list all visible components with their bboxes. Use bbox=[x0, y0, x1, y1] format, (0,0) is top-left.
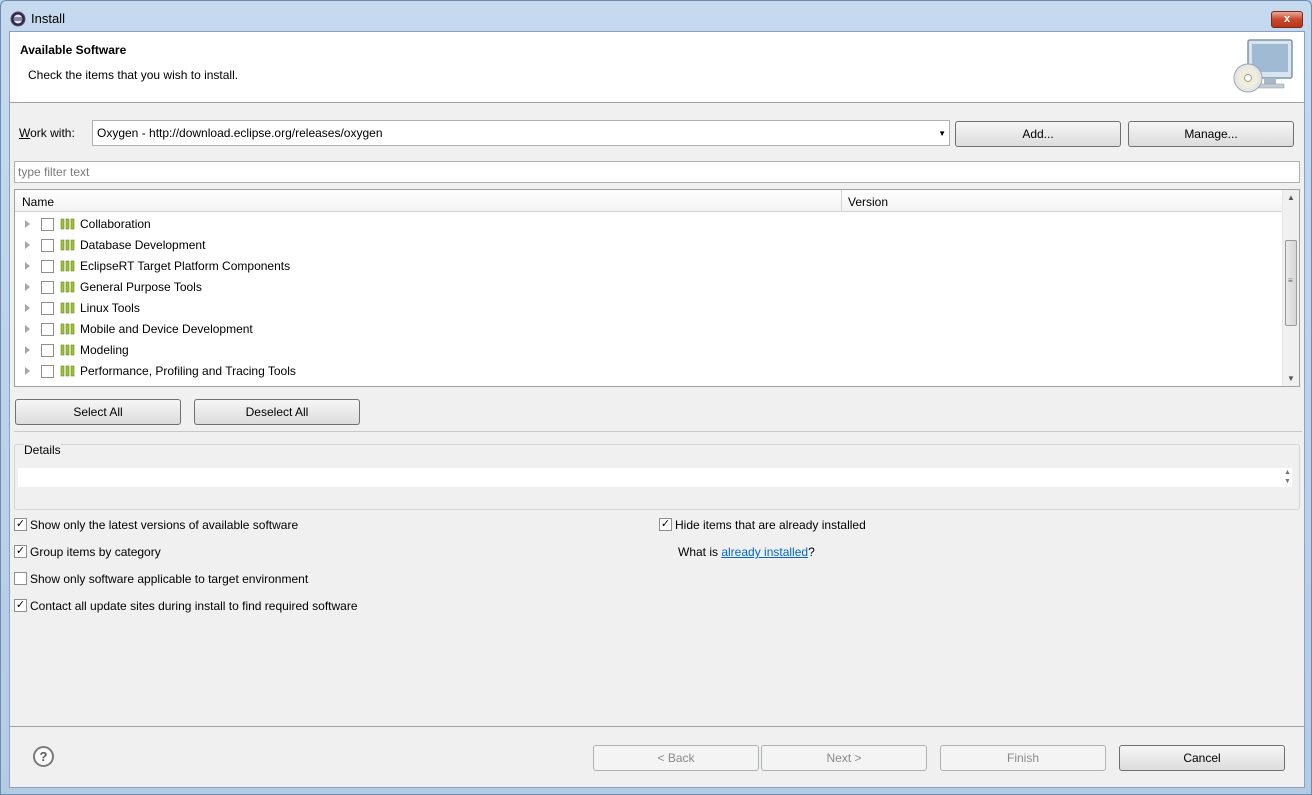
contact-update-sites-label: Contact all update sites during install … bbox=[30, 599, 358, 613]
category-icon bbox=[60, 302, 75, 314]
expand-arrow-icon[interactable] bbox=[25, 220, 30, 228]
category-icon bbox=[60, 239, 75, 251]
back-button[interactable]: < Back bbox=[593, 745, 759, 771]
details-label: Details bbox=[24, 443, 61, 457]
footer-divider bbox=[10, 726, 1304, 727]
item-label: Performance, Profiling and Tracing Tools bbox=[80, 364, 296, 378]
filter-input[interactable] bbox=[15, 162, 1299, 182]
scroll-up-icon[interactable]: ▲ bbox=[1287, 193, 1295, 202]
select-all-button[interactable]: Select All bbox=[15, 399, 181, 425]
tree-header: Name Version bbox=[15, 190, 1282, 212]
item-checkbox[interactable] bbox=[41, 344, 54, 357]
dropdown-arrow-icon[interactable]: ▼ bbox=[938, 129, 946, 138]
item-label: Linux Tools bbox=[80, 301, 140, 315]
item-label: Database Development bbox=[80, 238, 206, 252]
filter-field[interactable] bbox=[14, 161, 1300, 183]
expand-arrow-icon[interactable] bbox=[25, 367, 30, 375]
group-by-category-label: Group items by category bbox=[30, 545, 161, 559]
dialog-content: Available Software Check the items that … bbox=[9, 31, 1305, 788]
expand-arrow-icon[interactable] bbox=[25, 262, 30, 270]
item-checkbox[interactable] bbox=[41, 260, 54, 273]
applicable-target-checkbox[interactable] bbox=[14, 572, 27, 585]
hide-installed-label: Hide items that are already installed bbox=[675, 518, 866, 532]
scrollbar-thumb[interactable]: ≡ bbox=[1285, 240, 1297, 326]
tree-item[interactable]: EclipseRT Target Platform Components bbox=[15, 256, 1282, 277]
expand-arrow-icon[interactable] bbox=[25, 241, 30, 249]
work-with-label: Work with: bbox=[19, 126, 75, 140]
expand-arrow-icon[interactable] bbox=[25, 304, 30, 312]
cancel-button[interactable]: Cancel bbox=[1119, 745, 1285, 771]
hide-installed-checkbox[interactable]: ✓ bbox=[659, 518, 672, 531]
next-button[interactable]: Next > bbox=[761, 745, 927, 771]
column-header-name[interactable]: Name bbox=[22, 195, 54, 209]
item-label: EclipseRT Target Platform Components bbox=[80, 259, 291, 273]
page-title: Available Software bbox=[20, 43, 127, 57]
close-icon: x bbox=[1283, 13, 1291, 25]
eclipse-icon bbox=[10, 11, 26, 27]
help-icon[interactable]: ? bbox=[33, 746, 54, 767]
item-label: General Purpose Tools bbox=[80, 280, 202, 294]
category-icon bbox=[60, 365, 75, 377]
software-tree[interactable]: Name Version Collaboration Database Deve… bbox=[14, 189, 1300, 387]
item-checkbox[interactable] bbox=[41, 239, 54, 252]
grip-icon: ≡ bbox=[1288, 276, 1293, 285]
already-installed-link[interactable]: already installed bbox=[721, 545, 808, 559]
tree-item[interactable]: Performance, Profiling and Tracing Tools bbox=[15, 361, 1282, 382]
column-header-version[interactable]: Version bbox=[848, 195, 888, 209]
tree-item[interactable]: Modeling bbox=[15, 340, 1282, 361]
item-label: Mobile and Device Development bbox=[80, 322, 253, 336]
details-text-area[interactable] bbox=[18, 468, 1292, 487]
expand-arrow-icon[interactable] bbox=[25, 283, 30, 291]
work-with-value: Oxygen - http://download.eclipse.org/rel… bbox=[97, 126, 383, 140]
deselect-all-button[interactable]: Deselect All bbox=[194, 399, 360, 425]
what-is-installed-text: What is already installed? bbox=[678, 545, 815, 559]
expand-arrow-icon[interactable] bbox=[25, 346, 30, 354]
tree-item[interactable]: General Purpose Tools bbox=[15, 277, 1282, 298]
tree-item[interactable]: Mobile and Device Development bbox=[15, 319, 1282, 340]
scroll-down-icon[interactable]: ▼ bbox=[1287, 374, 1295, 383]
item-checkbox[interactable] bbox=[41, 323, 54, 336]
item-checkbox[interactable] bbox=[41, 365, 54, 378]
work-with-combo[interactable]: Oxygen - http://download.eclipse.org/rel… bbox=[92, 120, 950, 146]
item-checkbox[interactable] bbox=[41, 302, 54, 315]
install-wizard-icon bbox=[1230, 36, 1296, 98]
column-separator bbox=[841, 190, 842, 212]
tree-scrollbar[interactable]: ▲ ≡ ▼ bbox=[1282, 190, 1299, 386]
category-icon bbox=[60, 218, 75, 230]
install-window: Install x Available Software Check the i… bbox=[0, 0, 1312, 795]
header-banner: Available Software Check the items that … bbox=[10, 32, 1304, 103]
title-bar: Install x bbox=[1, 1, 1311, 35]
item-checkbox[interactable] bbox=[41, 218, 54, 231]
latest-versions-label: Show only the latest versions of availab… bbox=[30, 518, 299, 532]
expand-arrow-icon[interactable] bbox=[25, 325, 30, 333]
contact-update-sites-checkbox[interactable]: ✓ bbox=[14, 599, 27, 612]
close-button[interactable]: x bbox=[1271, 11, 1303, 28]
details-scroll-icon[interactable]: ▲ ▼ bbox=[1284, 468, 1294, 487]
group-by-category-checkbox[interactable]: ✓ bbox=[14, 545, 27, 558]
item-label: Collaboration bbox=[80, 217, 151, 231]
page-description: Check the items that you wish to install… bbox=[28, 68, 239, 82]
item-checkbox[interactable] bbox=[41, 281, 54, 294]
category-icon bbox=[60, 281, 75, 293]
finish-button[interactable]: Finish bbox=[940, 745, 1106, 771]
category-icon bbox=[60, 323, 75, 335]
manage-button[interactable]: Manage... bbox=[1128, 121, 1294, 147]
item-label: Modeling bbox=[80, 343, 129, 357]
window-title: Install bbox=[31, 11, 65, 26]
latest-versions-checkbox[interactable]: ✓ bbox=[14, 518, 27, 531]
tree-item[interactable]: Collaboration bbox=[15, 214, 1282, 235]
tree-item[interactable]: Linux Tools bbox=[15, 298, 1282, 319]
section-divider bbox=[14, 431, 1302, 432]
category-icon bbox=[60, 260, 75, 272]
add-button[interactable]: Add... bbox=[955, 121, 1121, 147]
tree-item[interactable]: Database Development bbox=[15, 235, 1282, 256]
applicable-target-label: Show only software applicable to target … bbox=[30, 572, 309, 586]
category-icon bbox=[60, 344, 75, 356]
